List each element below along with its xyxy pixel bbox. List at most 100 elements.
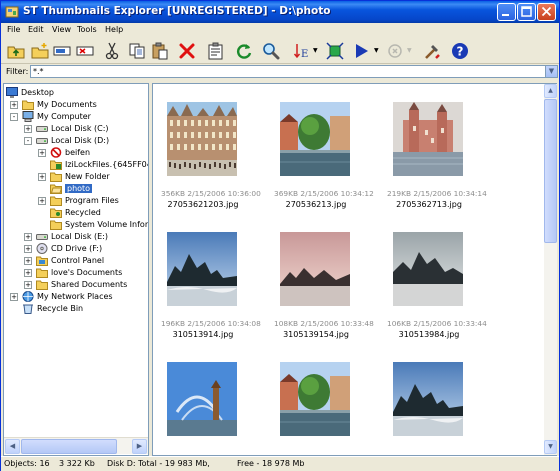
folder-up-button[interactable]: [6, 41, 26, 61]
tree-item-label: Desktop: [21, 88, 54, 97]
tree-item-cd-drive-f[interactable]: + CD Drive (F:): [4, 243, 148, 255]
thumbnail-item[interactable]: 219KB 2/15/2006 10:34:14 2705362713.jpg: [387, 102, 487, 214]
scroll-up-button[interactable]: ▲: [544, 84, 557, 98]
tree-item-new-folder[interactable]: + New Folder: [4, 171, 148, 183]
expand-icon[interactable]: +: [38, 197, 46, 205]
thumbnail-item[interactable]: [161, 362, 261, 455]
collapse-icon[interactable]: -: [24, 137, 32, 145]
thumbnail-image[interactable]: [167, 232, 237, 306]
thumbnail-item[interactable]: 369KB 2/15/2006 10:34:12 270536213.jpg: [274, 102, 374, 214]
scroll-thumb[interactable]: [544, 99, 557, 243]
thumbnail-image[interactable]: [393, 232, 463, 306]
fit-button[interactable]: [325, 41, 345, 61]
menu-tools[interactable]: Tools: [77, 25, 97, 34]
zoom-button[interactable]: [385, 41, 405, 61]
tree-item-my-documents[interactable]: + My Documents: [4, 99, 148, 111]
tree-item-local-disk-e[interactable]: + Local Disk (E:): [4, 231, 148, 243]
menu-edit[interactable]: Edit: [28, 25, 44, 34]
rename-button[interactable]: [52, 41, 72, 61]
expand-icon[interactable]: +: [24, 269, 32, 277]
arrow-up-icon: ▲: [548, 87, 553, 94]
slideshow-button[interactable]: [352, 41, 372, 61]
thumbnail-image[interactable]: [280, 362, 350, 436]
expand-icon[interactable]: +: [24, 233, 32, 241]
thumbnail-image[interactable]: [393, 102, 463, 176]
thumbnail-vertical-scrollbar[interactable]: ▲ ▼: [544, 84, 557, 455]
paste-button[interactable]: [150, 41, 170, 61]
scroll-thumb[interactable]: [21, 439, 117, 454]
expand-icon[interactable]: +: [24, 125, 32, 133]
copy-button[interactable]: [127, 41, 147, 61]
scroll-right-button[interactable]: ▶: [132, 439, 147, 454]
thumbnail-image[interactable]: [393, 362, 463, 436]
expand-icon[interactable]: +: [24, 245, 32, 253]
zoom-dropdown-arrow-icon[interactable]: ▼: [407, 47, 412, 54]
expand-icon[interactable]: +: [38, 173, 46, 181]
thumbnail-item[interactable]: 108KB 2/15/2006 10:33:48 3105139154.jpg: [274, 232, 374, 344]
filter-input[interactable]: *.*: [30, 65, 546, 78]
delete-icon: [179, 43, 195, 59]
tree-horizontal-scrollbar[interactable]: ◀ ▶: [4, 437, 148, 454]
tree-item-recycled[interactable]: Recycled: [4, 207, 148, 219]
tree-item-recycle-bin[interactable]: Recycle Bin: [4, 303, 148, 315]
filter-dropdown-button[interactable]: ▼: [545, 65, 558, 78]
scroll-left-button[interactable]: ◀: [5, 439, 20, 454]
menu-view[interactable]: View: [52, 25, 71, 34]
slideshow-dropdown-arrow-icon[interactable]: ▼: [374, 47, 379, 54]
tree-item-shared-documents[interactable]: + Shared Documents: [4, 279, 148, 291]
expand-icon[interactable]: +: [24, 281, 32, 289]
tree-item-program-files[interactable]: + Program Files: [4, 195, 148, 207]
tree-item-photo[interactable]: photo: [4, 183, 148, 195]
title-bar[interactable]: ST Thumbnails Explorer [UNREGISTERED] - …: [1, 1, 559, 23]
tree-item-desktop[interactable]: Desktop: [4, 87, 148, 99]
tree-item-system-volume-inform[interactable]: System Volume Inform: [4, 219, 148, 231]
tools-button[interactable]: [422, 41, 442, 61]
tree-item-local-disk-c[interactable]: + Local Disk (C:): [4, 123, 148, 135]
thumbnail-item[interactable]: 106KB 2/15/2006 10:33:44 310513984.jpg: [387, 232, 487, 344]
zoom-disabled-icon: [388, 44, 402, 58]
thumbnail-image[interactable]: [280, 232, 350, 306]
expand-icon[interactable]: +: [10, 101, 18, 109]
tree-item-control-panel[interactable]: + Control Panel: [4, 255, 148, 267]
minimize-button[interactable]: [497, 3, 516, 21]
thumbnail-item[interactable]: [387, 362, 487, 455]
menu-help[interactable]: Help: [105, 25, 123, 34]
thumbnail-filename: 270536213.jpg: [285, 200, 347, 209]
menu-file[interactable]: File: [7, 25, 20, 34]
thumbnail-date: 2/15/2006 10:34:12: [300, 189, 374, 198]
tree-item-local-disk-d[interactable]: - Local Disk (D:): [4, 135, 148, 147]
maximize-button[interactable]: [517, 3, 536, 21]
arrow-left-icon: ◀: [9, 442, 16, 450]
thumbnail-item[interactable]: [274, 362, 374, 455]
refresh-button[interactable]: [234, 41, 254, 61]
scroll-down-button[interactable]: ▼: [544, 440, 557, 454]
delete-file-button[interactable]: [75, 41, 95, 61]
help-button[interactable]: ?: [450, 41, 470, 61]
arrow-down-icon: ▼: [548, 443, 553, 450]
sort-button[interactable]: E: [292, 41, 312, 61]
tree-item-my-computer[interactable]: - My Computer: [4, 111, 148, 123]
expand-icon[interactable]: +: [38, 149, 46, 157]
expand-icon[interactable]: +: [10, 293, 18, 301]
thumbnail-image[interactable]: [167, 362, 237, 436]
tree-item-beifen[interactable]: + beifen: [4, 147, 148, 159]
close-button[interactable]: [537, 3, 556, 21]
delete-button[interactable]: [177, 41, 197, 61]
tree-item-label: Program Files: [65, 196, 119, 205]
tree-item-love-s-documents[interactable]: + love's Documents: [4, 267, 148, 279]
svg-text:E: E: [301, 49, 308, 60]
thumbnail-item[interactable]: 196KB 2/15/2006 10:34:08 310513914.jpg: [161, 232, 261, 344]
thumbnail-item[interactable]: 356KB 2/15/2006 10:36:00 27053621203.jpg: [161, 102, 261, 214]
properties-button[interactable]: [206, 41, 226, 61]
sort-dropdown-arrow-icon[interactable]: ▼: [313, 47, 318, 54]
thumbnail-image[interactable]: [167, 102, 237, 176]
collapse-icon[interactable]: -: [10, 113, 18, 121]
tree-item-my-network-places[interactable]: + My Network Places: [4, 291, 148, 303]
tree-item-izilockfiles-645ff04[interactable]: IziLockFiles.{645FF04: [4, 159, 148, 171]
expand-icon[interactable]: +: [24, 257, 32, 265]
thumbnail-image[interactable]: [280, 102, 350, 176]
thumbnail-info: 219KB 2/15/2006 10:34:14: [387, 189, 487, 198]
new-folder-button[interactable]: [30, 41, 50, 61]
search-button[interactable]: [261, 41, 281, 61]
cut-button[interactable]: [102, 41, 122, 61]
